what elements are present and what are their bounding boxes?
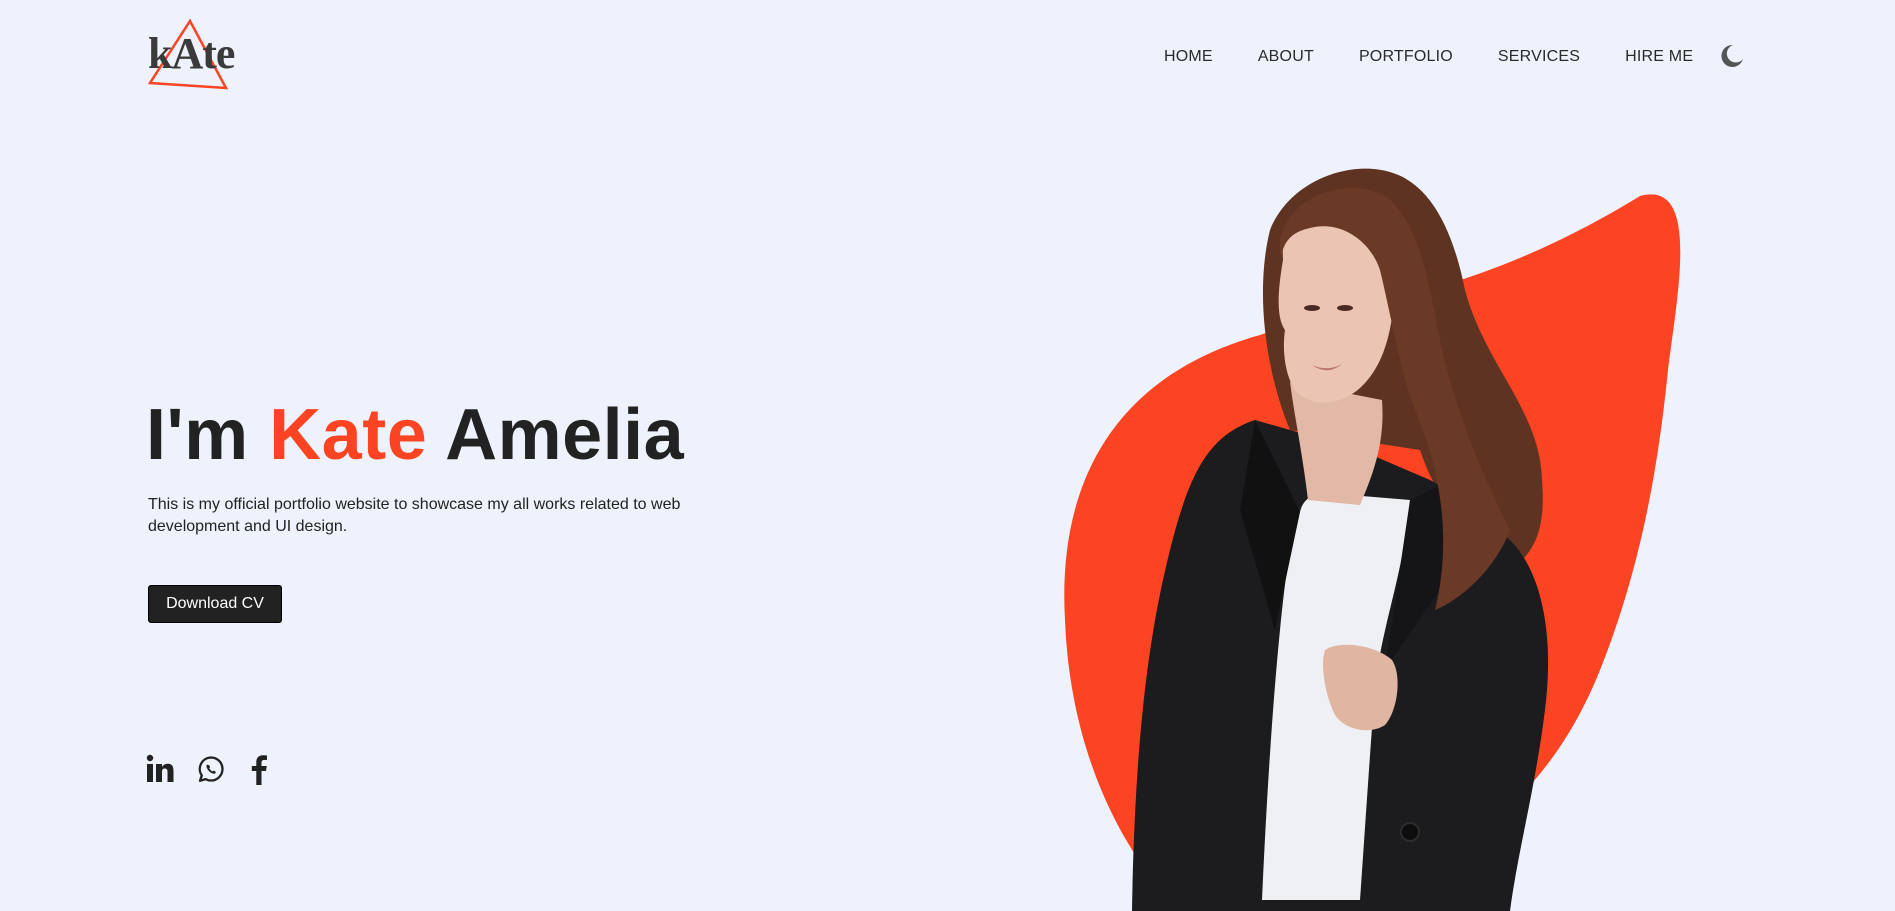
hero-last-name: Amelia [445, 395, 685, 475]
facebook-icon [251, 755, 267, 785]
nav-home[interactable]: HOME [1164, 47, 1213, 67]
hero-first-name: Kate [269, 395, 428, 475]
nav-about[interactable]: ABOUT [1258, 47, 1314, 67]
main-nav: HOME ABOUT PORTFOLIO SERVICES HIRE ME [1164, 44, 1745, 70]
facebook-link[interactable] [248, 752, 270, 786]
coat-button-shape [1400, 822, 1420, 842]
whatsapp-link[interactable] [197, 754, 225, 784]
linkedin-link[interactable] [146, 754, 174, 784]
linkedin-icon [146, 754, 174, 782]
nav-hire-me[interactable]: HIRE ME [1625, 47, 1693, 67]
download-cv-button[interactable]: Download CV [148, 585, 282, 623]
whatsapp-icon [198, 756, 224, 782]
page: kAte HOME ABOUT PORTFOLIO SERVICES HIRE … [0, 0, 1895, 911]
eye-right-shape [1337, 305, 1353, 311]
logo-text: kAte [148, 29, 235, 78]
theme-toggle[interactable] [1717, 42, 1745, 70]
nav-services[interactable]: SERVICES [1498, 47, 1580, 67]
hero-greeting: I'm [146, 395, 249, 475]
nav-portfolio[interactable]: PORTFOLIO [1359, 47, 1453, 67]
brand-logo[interactable]: kAte [146, 18, 238, 92]
hero-description: This is my official portfolio website to… [148, 496, 681, 535]
hero-title: I'm Kate Amelia [146, 394, 684, 476]
hero-portrait-image [1064, 168, 1681, 911]
moon-icon [1721, 44, 1744, 67]
eye-left-shape [1304, 305, 1320, 311]
social-links [146, 752, 293, 786]
hero-visual [1040, 150, 1740, 911]
